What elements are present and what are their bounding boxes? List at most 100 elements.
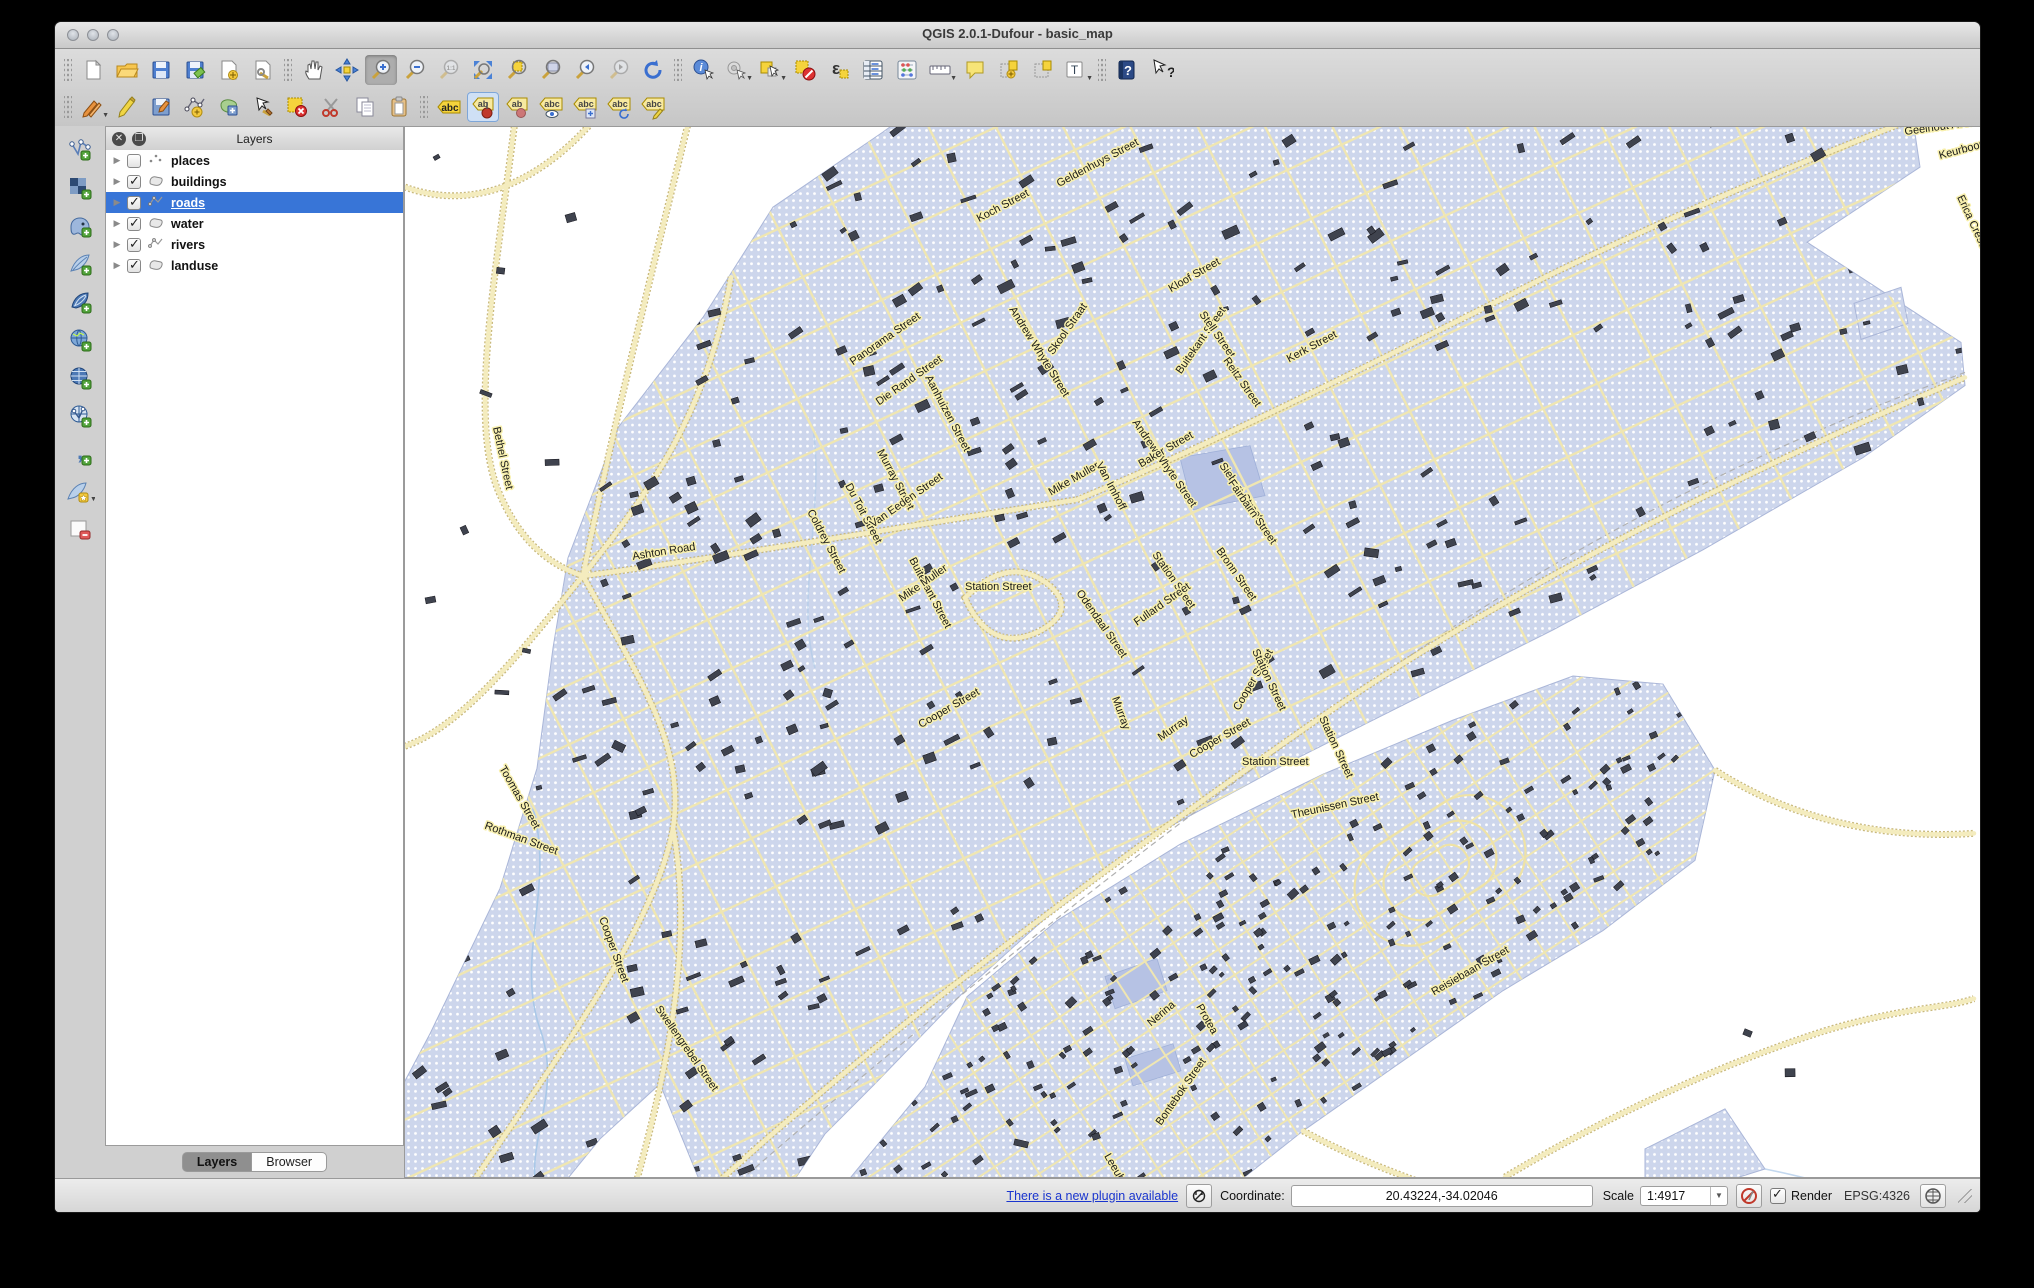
toolbar-separator: [284, 59, 292, 81]
plugin-icon[interactable]: [1186, 1184, 1212, 1208]
pin-labels-button[interactable]: ab: [467, 92, 499, 122]
expand-arrow-icon[interactable]: ▶: [112, 176, 122, 187]
zoom-next-button[interactable]: [603, 55, 635, 85]
copy-features-button[interactable]: [349, 92, 381, 122]
select-by-expression-button[interactable]: ε: [823, 55, 855, 85]
toolbar-handle[interactable]: [64, 59, 72, 81]
show-hide-labels-button[interactable]: abc: [535, 92, 567, 122]
refresh-map-button[interactable]: [637, 55, 669, 85]
new-print-composer-button[interactable]: [213, 55, 245, 85]
layer-visibility-checkbox[interactable]: [127, 154, 141, 168]
move-feature-button[interactable]: [213, 92, 245, 122]
new-spatialite-layer-button[interactable]: ▼: [63, 476, 97, 508]
add-raster-layer-button[interactable]: [63, 172, 97, 204]
layer-visibility-checkbox[interactable]: [127, 259, 141, 273]
title-bar[interactable]: QGIS 2.0.1-Dufour - basic_map: [55, 22, 1980, 49]
field-calculator-button[interactable]: [891, 55, 923, 85]
move-label-button[interactable]: abc: [569, 92, 601, 122]
map-canvas[interactable]: Bethel StreetAshton RoadPanorama StreetD…: [404, 126, 1980, 1178]
layer-visibility-checkbox[interactable]: [127, 175, 141, 189]
scale-combobox[interactable]: 1:4917 ▼: [1640, 1186, 1728, 1206]
panel-tabs: Layers Browser: [105, 1152, 404, 1172]
zoom-out-button[interactable]: [399, 55, 431, 85]
save-layer-edits-button[interactable]: [145, 92, 177, 122]
whats-this-button[interactable]: ?: [1145, 55, 1177, 85]
plugin-available-link[interactable]: There is a new plugin available: [1006, 1189, 1178, 1203]
add-delimited-text-layer-button[interactable]: ,: [63, 438, 97, 470]
open-attribute-table-button[interactable]: [857, 55, 889, 85]
layer-labeling-button[interactable]: abc: [433, 92, 465, 122]
layer-visibility-checkbox[interactable]: [127, 196, 141, 210]
add-wcs-layer-button[interactable]: [63, 362, 97, 394]
expand-arrow-icon[interactable]: ▶: [112, 155, 122, 166]
layer-row-landuse[interactable]: ▶landuse: [106, 255, 403, 276]
remove-layer-button[interactable]: [63, 514, 97, 546]
new-project-button[interactable]: [77, 55, 109, 85]
map-svg[interactable]: Bethel StreetAshton RoadPanorama StreetD…: [405, 127, 1980, 1177]
add-vector-layer-button[interactable]: [63, 134, 97, 166]
crs-status-button[interactable]: [1920, 1184, 1946, 1208]
expand-arrow-icon[interactable]: ▶: [112, 239, 122, 250]
node-tool-button[interactable]: [247, 92, 279, 122]
scale-dropdown-arrow[interactable]: ▼: [1710, 1187, 1727, 1205]
layer-row-places[interactable]: ▶places: [106, 150, 403, 171]
expand-arrow-icon[interactable]: ▶: [112, 218, 122, 229]
expand-arrow-icon[interactable]: ▶: [112, 197, 122, 208]
show-bookmarks-button[interactable]: [1027, 55, 1059, 85]
layer-visibility-checkbox[interactable]: [127, 217, 141, 231]
deselect-features-button[interactable]: [789, 55, 821, 85]
layer-row-water[interactable]: ▶water: [106, 213, 403, 234]
text-annotation-button[interactable]: T▼: [1061, 55, 1093, 85]
add-wms-layer-button[interactable]: [63, 324, 97, 356]
identify-features-button[interactable]: i: [687, 55, 719, 85]
layer-row-rivers[interactable]: ▶rivers: [106, 234, 403, 255]
zoom-full-button[interactable]: [467, 55, 499, 85]
run-feature-action-button[interactable]: ▼: [721, 55, 753, 85]
add-postgis-layer-button[interactable]: [63, 210, 97, 242]
render-checkbox[interactable]: [1770, 1188, 1786, 1204]
cut-features-button[interactable]: [315, 92, 347, 122]
measure-button[interactable]: ▼: [925, 55, 957, 85]
rotate-label-button[interactable]: abc: [603, 92, 635, 122]
tab-browser[interactable]: Browser: [252, 1152, 327, 1172]
zoom-to-selection-button[interactable]: [501, 55, 533, 85]
toggle-editing-button[interactable]: [111, 92, 143, 122]
open-project-button[interactable]: [111, 55, 143, 85]
toolbar-handle[interactable]: [64, 96, 72, 118]
layer-visibility-checkbox[interactable]: [127, 238, 141, 252]
panel-close-icon[interactable]: ✕: [112, 132, 126, 146]
tab-layers[interactable]: Layers: [182, 1152, 252, 1172]
highlight-pinned-labels-button[interactable]: ab: [501, 92, 533, 122]
layers-tree[interactable]: ▶places▶buildings▶roads▶water▶rivers▶lan…: [105, 150, 404, 1146]
composer-manager-button[interactable]: [247, 55, 279, 85]
resize-grip[interactable]: [1958, 1189, 1972, 1203]
layers-panel-titlebar[interactable]: ✕ ❐ Layers: [105, 126, 404, 152]
coordinate-input[interactable]: 20.43224,-34.02046: [1291, 1185, 1593, 1207]
pan-map-button[interactable]: [297, 55, 329, 85]
help-button[interactable]: ?: [1111, 55, 1143, 85]
save-project-button[interactable]: [145, 55, 177, 85]
add-feature-button[interactable]: [179, 92, 211, 122]
layer-row-roads[interactable]: ▶roads: [106, 192, 403, 213]
zoom-native-button[interactable]: 1:1: [433, 55, 465, 85]
select-features-button[interactable]: ▼: [755, 55, 787, 85]
zoom-in-button[interactable]: [365, 55, 397, 85]
expand-arrow-icon[interactable]: ▶: [112, 260, 122, 271]
add-wfs-layer-button[interactable]: [63, 400, 97, 432]
zoom-last-button[interactable]: [569, 55, 601, 85]
pan-to-selection-button[interactable]: [331, 55, 363, 85]
svg-text:▼: ▼: [90, 496, 95, 503]
layer-row-buildings[interactable]: ▶buildings: [106, 171, 403, 192]
save-project-as-button[interactable]: [179, 55, 211, 85]
current-edits-button[interactable]: ▼: [77, 92, 109, 122]
change-label-button[interactable]: abc: [637, 92, 669, 122]
panel-detach-icon[interactable]: ❐: [132, 132, 146, 146]
stop-render-button[interactable]: [1736, 1184, 1762, 1208]
delete-selected-button[interactable]: [281, 92, 313, 122]
map-tips-button[interactable]: [959, 55, 991, 85]
new-bookmark-button[interactable]: [993, 55, 1025, 85]
add-spatialite-layer-button[interactable]: [63, 248, 97, 280]
add-mssql-layer-button[interactable]: [63, 286, 97, 318]
paste-features-button[interactable]: [383, 92, 415, 122]
zoom-to-layer-button[interactable]: [535, 55, 567, 85]
